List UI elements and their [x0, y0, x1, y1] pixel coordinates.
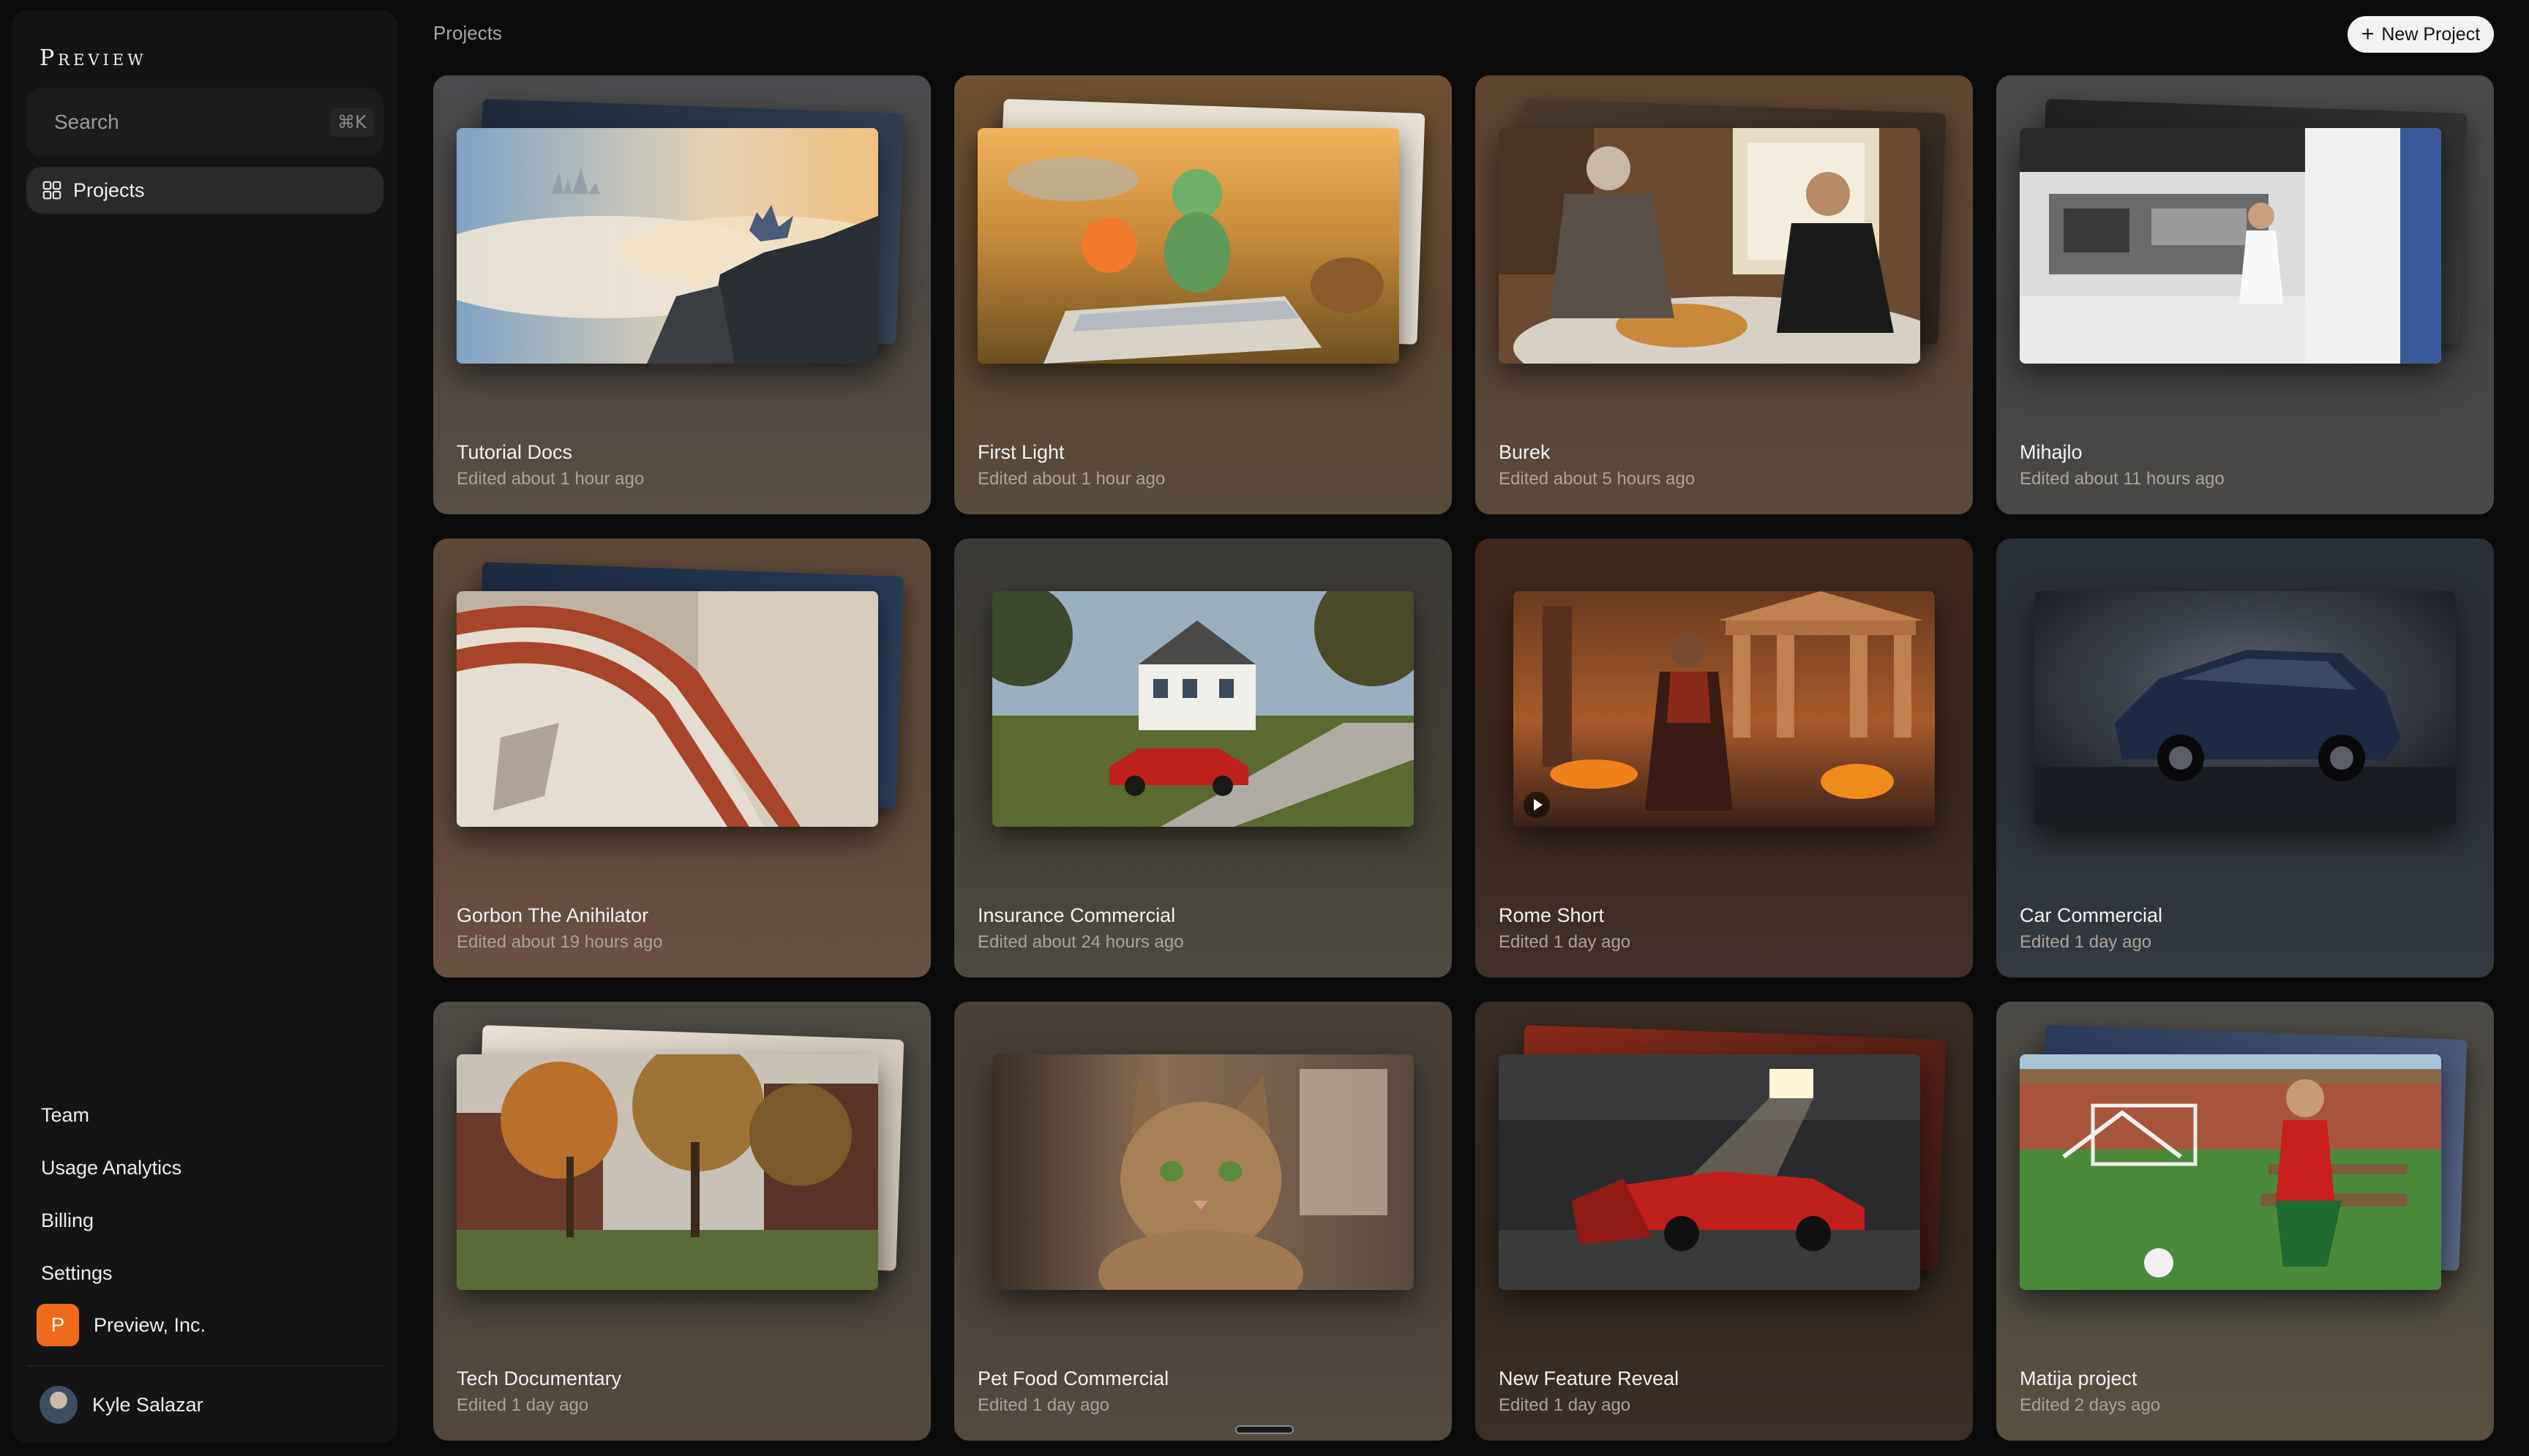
org-name: Preview, Inc.	[94, 1313, 206, 1336]
project-thumbnail	[992, 1054, 1414, 1290]
new-project-button[interactable]: + New Project	[2348, 16, 2494, 53]
project-grid: Tutorial Docs Edited about 1 hour ago Fi…	[433, 75, 2494, 1441]
org-avatar: P	[37, 1304, 79, 1346]
sidebar-divider	[26, 1365, 383, 1367]
project-card[interactable]: Tutorial Docs Edited about 1 hour ago	[433, 75, 931, 514]
sidebar-item-settings[interactable]: Settings	[41, 1247, 181, 1299]
project-edited-time: Edited about 24 hours ago	[978, 932, 1184, 952]
project-title: New Feature Reveal	[1499, 1367, 1679, 1389]
project-card[interactable]: Burek Edited about 5 hours ago	[1475, 75, 1973, 514]
thumbnail-stack	[457, 562, 909, 827]
project-card[interactable]: Car Commercial Edited 1 day ago	[1996, 539, 2494, 977]
search-box[interactable]: ⌘K	[26, 88, 383, 157]
project-edited-time: Edited 1 day ago	[1499, 932, 1631, 952]
project-card[interactable]: Mihajlo Edited about 11 hours ago	[1996, 75, 2494, 514]
sidebar-item-team[interactable]: Team	[41, 1089, 181, 1141]
thumbnail-stack	[978, 571, 1430, 827]
project-card[interactable]: Rome Short Edited 1 day ago	[1475, 539, 1973, 977]
project-title: Matija project	[2020, 1367, 2138, 1389]
project-edited-time: Edited about 1 hour ago	[978, 469, 1166, 489]
project-edited-time: Edited 1 day ago	[457, 1395, 589, 1415]
search-input[interactable]	[54, 110, 318, 134]
thumbnail-stack	[2020, 1025, 2472, 1290]
project-edited-time: Edited about 11 hours ago	[2020, 469, 2225, 489]
sidebar-item-usage-analytics[interactable]: Usage Analytics	[41, 1141, 181, 1194]
sidebar-item-projects[interactable]: Projects	[26, 167, 383, 214]
project-title: Tutorial Docs	[457, 441, 573, 463]
project-thumbnail	[992, 591, 1414, 827]
sidebar-item-billing[interactable]: Billing	[41, 1194, 181, 1247]
project-thumbnail	[2020, 128, 2441, 364]
sidebar-item-label: Projects	[73, 179, 145, 201]
thumbnail-stack	[978, 99, 1430, 364]
project-title: First Light	[978, 441, 1065, 463]
project-card[interactable]: Tech Documentary Edited 1 day ago	[433, 1002, 931, 1441]
thumbnail-stack	[457, 99, 909, 364]
org-switcher[interactable]: P Preview, Inc.	[37, 1304, 206, 1346]
project-edited-time: Edited 1 day ago	[978, 1395, 1110, 1415]
new-project-label: New Project	[2381, 23, 2481, 45]
project-edited-time: Edited 1 day ago	[1499, 1395, 1631, 1415]
project-edited-time: Edited 1 day ago	[2020, 932, 2152, 952]
app-logo[interactable]: Preview	[40, 45, 147, 71]
search-shortcut-badge: ⌘K	[330, 108, 374, 137]
project-title: Mihajlo	[2020, 441, 2083, 463]
project-thumbnail	[1499, 1054, 1920, 1290]
project-card[interactable]: Insurance Commercial Edited about 24 hou…	[954, 539, 1452, 977]
play-icon[interactable]	[1524, 792, 1550, 818]
project-thumbnail	[2034, 591, 2456, 827]
project-card[interactable]: First Light Edited about 1 hour ago	[954, 75, 1452, 514]
project-title: Pet Food Commercial	[978, 1367, 1169, 1389]
project-title: Burek	[1499, 441, 1551, 463]
user-name: Kyle Salazar	[92, 1393, 203, 1416]
project-thumbnail	[457, 128, 878, 364]
project-title: Tech Documentary	[457, 1367, 622, 1389]
thumbnail-stack	[2020, 99, 2472, 364]
scroll-indicator[interactable]	[1235, 1425, 1294, 1434]
project-title: Gorbon The Anihilator	[457, 904, 649, 926]
project-thumbnail	[978, 128, 1399, 364]
grid-icon	[42, 181, 61, 200]
thumbnail-stack	[1499, 1025, 1951, 1290]
project-title: Car Commercial	[2020, 904, 2163, 926]
thumbnail-stack	[1499, 99, 1951, 364]
thumbnail-stack	[978, 1034, 1430, 1290]
project-title: Insurance Commercial	[978, 904, 1176, 926]
thumbnail-stack	[457, 1025, 909, 1290]
project-thumbnail	[2020, 1054, 2441, 1290]
avatar	[40, 1386, 78, 1424]
project-thumbnail	[1513, 591, 1935, 827]
thumbnail-stack	[2020, 571, 2472, 827]
project-thumbnail	[1499, 128, 1920, 364]
project-card[interactable]: Matija project Edited 2 days ago	[1996, 1002, 2494, 1441]
sidebar-bottom-nav: Team Usage Analytics Billing Settings	[41, 1089, 181, 1299]
project-thumbnail	[457, 591, 878, 827]
user-menu[interactable]: Kyle Salazar	[40, 1386, 203, 1424]
project-title: Rome Short	[1499, 904, 1605, 926]
project-card[interactable]: Pet Food Commercial Edited 1 day ago	[954, 1002, 1452, 1441]
project-edited-time: Edited about 5 hours ago	[1499, 469, 1696, 489]
project-edited-time: Edited about 1 hour ago	[457, 469, 645, 489]
sidebar: Preview ⌘K Projects Team Usage Analytics…	[12, 10, 398, 1443]
project-card[interactable]: New Feature Reveal Edited 1 day ago	[1475, 1002, 1973, 1441]
project-card[interactable]: Gorbon The Anihilator Edited about 19 ho…	[433, 539, 931, 977]
breadcrumb: Projects	[433, 22, 502, 44]
project-thumbnail	[457, 1054, 878, 1290]
project-edited-time: Edited about 19 hours ago	[457, 932, 663, 952]
project-edited-time: Edited 2 days ago	[2020, 1395, 2161, 1415]
thumbnail-stack	[1499, 571, 1951, 827]
app-window: Preview ⌘K Projects Team Usage Analytics…	[0, 0, 2529, 1456]
plus-icon: +	[2361, 22, 2375, 46]
